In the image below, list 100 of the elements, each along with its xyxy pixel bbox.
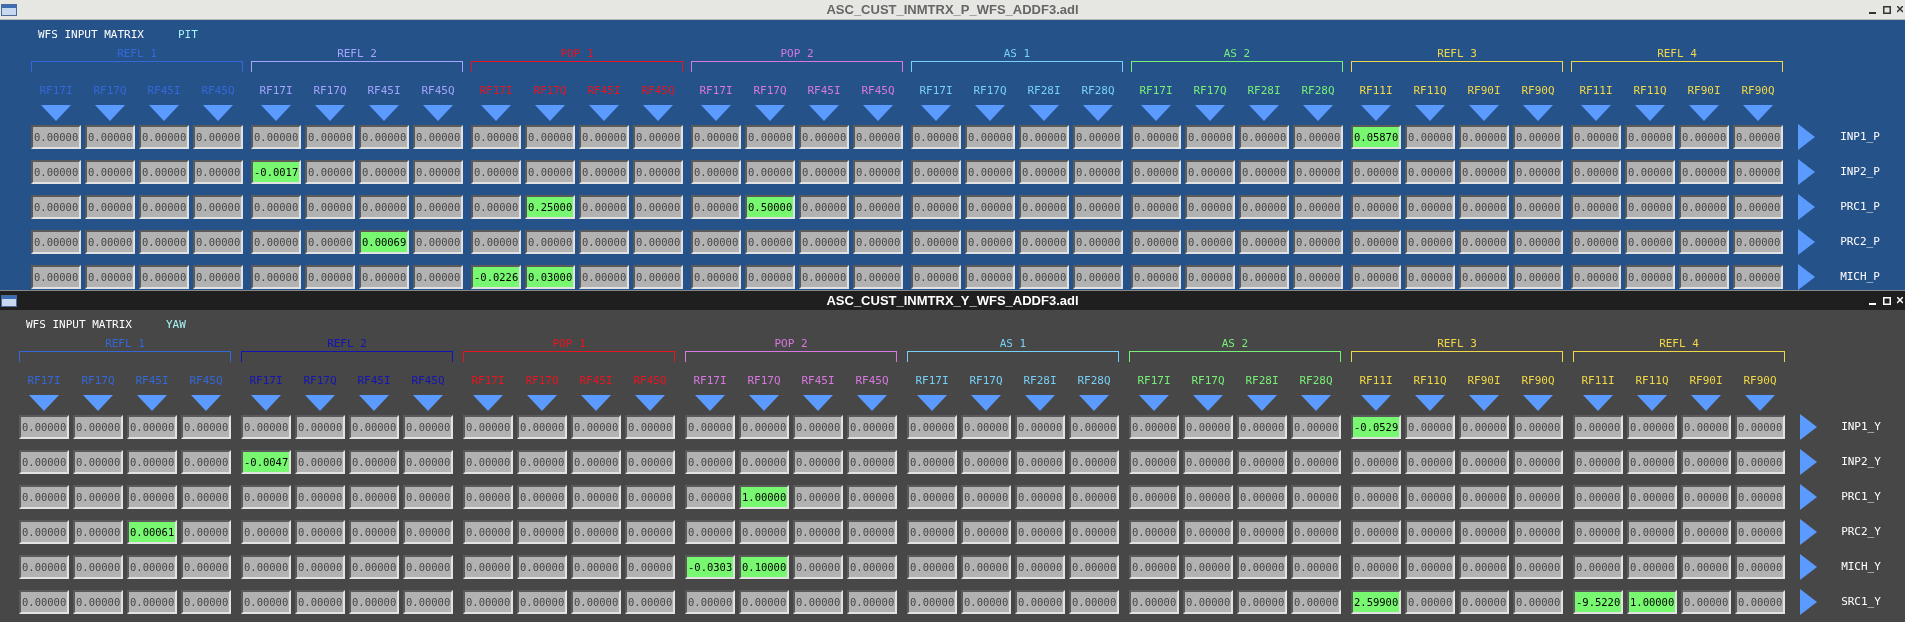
matrix-entry-field[interactable]: 0.00000 (579, 125, 629, 149)
matrix-entry-field[interactable]: 0.00000 (685, 520, 735, 544)
down-triangle-icon[interactable] (1079, 395, 1109, 411)
matrix-entry-field[interactable]: 0.00000 (1405, 450, 1455, 474)
matrix-entry-field[interactable]: 0.00000 (349, 555, 399, 579)
matrix-entry-field[interactable]: 0.00000 (685, 450, 735, 474)
matrix-entry-field[interactable]: 0.00000 (1459, 415, 1509, 439)
matrix-entry-field[interactable]: 0.00000 (1459, 160, 1509, 184)
down-triangle-icon[interactable] (413, 395, 443, 411)
matrix-entry-field[interactable]: 0.00000 (633, 125, 683, 149)
down-triangle-icon[interactable] (643, 105, 673, 121)
matrix-entry-field[interactable]: 0.00000 (1131, 195, 1181, 219)
matrix-entry-field[interactable]: 0.00000 (19, 520, 69, 544)
matrix-entry-field[interactable]: 0.00000 (793, 590, 843, 614)
down-triangle-icon[interactable] (137, 395, 167, 411)
matrix-entry-field[interactable]: 0.00000 (1015, 485, 1065, 509)
matrix-entry-field[interactable]: 0.00000 (471, 195, 521, 219)
matrix-entry-field[interactable]: 0.00000 (1069, 450, 1119, 474)
matrix-entry-field[interactable]: 0.00000 (1735, 590, 1785, 614)
down-triangle-icon[interactable] (1469, 105, 1499, 121)
matrix-entry-field[interactable]: 0.00000 (127, 485, 177, 509)
matrix-entry-field[interactable]: 0.00000 (463, 415, 513, 439)
matrix-entry-field[interactable]: 0.00000 (847, 485, 897, 509)
matrix-entry-field[interactable]: 0.00000 (295, 590, 345, 614)
down-triangle-icon[interactable] (315, 105, 345, 121)
matrix-entry-field[interactable]: 0.05870 (1351, 125, 1401, 149)
matrix-entry-field[interactable]: 0.00000 (1183, 520, 1233, 544)
matrix-entry-field[interactable]: 0.00000 (251, 125, 301, 149)
matrix-entry-field[interactable]: 0.00000 (1405, 160, 1455, 184)
matrix-entry-field[interactable]: 0.00000 (1513, 450, 1563, 474)
matrix-entry-field[interactable]: 0.00000 (1351, 160, 1401, 184)
matrix-entry-field[interactable]: 0.00000 (1237, 415, 1287, 439)
matrix-entry-field[interactable]: 0.00000 (1405, 555, 1455, 579)
down-triangle-icon[interactable] (1301, 395, 1331, 411)
matrix-entry-field[interactable]: 0.00000 (633, 230, 683, 254)
right-triangle-icon[interactable] (1798, 194, 1815, 220)
matrix-entry-field[interactable]: 0.00000 (471, 160, 521, 184)
down-triangle-icon[interactable] (527, 395, 557, 411)
matrix-entry-field[interactable]: 0.00000 (463, 450, 513, 474)
matrix-entry-field[interactable]: 0.00000 (295, 450, 345, 474)
right-triangle-icon[interactable] (1800, 519, 1817, 545)
matrix-entry-field[interactable]: 0.00000 (1459, 590, 1509, 614)
matrix-entry-field[interactable]: 0.00000 (961, 520, 1011, 544)
matrix-entry-field[interactable]: 0.00000 (1513, 485, 1563, 509)
matrix-entry-field[interactable]: 0.00000 (739, 590, 789, 614)
matrix-entry-field[interactable]: 0.00000 (181, 555, 231, 579)
matrix-entry-field[interactable]: 0.00000 (1015, 590, 1065, 614)
matrix-entry-field[interactable]: 0.00000 (1131, 160, 1181, 184)
matrix-entry-field[interactable]: 0.00000 (1405, 415, 1455, 439)
matrix-entry-field[interactable]: 0.00000 (799, 265, 849, 289)
matrix-entry-field[interactable]: 0.00000 (1131, 230, 1181, 254)
matrix-entry-field[interactable]: 0.00000 (847, 415, 897, 439)
matrix-entry-field[interactable]: 0.00000 (251, 265, 301, 289)
matrix-entry-field[interactable]: 0.00000 (961, 450, 1011, 474)
matrix-entry-field[interactable]: 0.00000 (1405, 195, 1455, 219)
matrix-entry-field[interactable]: 0.00000 (85, 125, 135, 149)
matrix-entry-field[interactable]: 0.00000 (1019, 195, 1069, 219)
down-triangle-icon[interactable] (1083, 105, 1113, 121)
down-triangle-icon[interactable] (251, 395, 281, 411)
matrix-entry-field[interactable]: 0.00000 (193, 265, 243, 289)
matrix-entry-field[interactable]: 1.00000 (1627, 590, 1677, 614)
matrix-entry-field[interactable]: 0.00000 (799, 160, 849, 184)
matrix-entry-field[interactable]: 0.00000 (1513, 230, 1563, 254)
matrix-entry-field[interactable]: -9.5220 (1573, 590, 1623, 614)
matrix-entry-field[interactable]: 0.00000 (1293, 265, 1343, 289)
matrix-entry-field[interactable]: 0.00000 (911, 125, 961, 149)
right-triangle-icon[interactable] (1798, 264, 1815, 290)
matrix-entry-field[interactable]: 0.00000 (1459, 230, 1509, 254)
matrix-entry-field[interactable]: 0.00000 (1351, 195, 1401, 219)
matrix-entry-field[interactable]: 0.00000 (85, 195, 135, 219)
down-triangle-icon[interactable] (1247, 395, 1277, 411)
matrix-entry-field[interactable]: 0.00000 (1625, 160, 1675, 184)
matrix-entry-field[interactable]: 0.00000 (965, 160, 1015, 184)
matrix-entry-field[interactable]: 0.00000 (1073, 265, 1123, 289)
matrix-entry-field[interactable]: 0.00000 (349, 415, 399, 439)
matrix-entry-field[interactable]: 0.00000 (853, 230, 903, 254)
matrix-entry-field[interactable]: 0.00000 (31, 265, 81, 289)
matrix-entry-field[interactable]: 0.00000 (1405, 590, 1455, 614)
matrix-entry-field[interactable]: 0.00000 (793, 485, 843, 509)
down-triangle-icon[interactable] (1141, 105, 1171, 121)
matrix-entry-field[interactable]: 0.00000 (517, 415, 567, 439)
matrix-entry-field[interactable]: 0.00000 (349, 450, 399, 474)
matrix-entry-field[interactable]: 0.00000 (1681, 485, 1731, 509)
matrix-entry-field[interactable]: 0.00000 (571, 555, 621, 579)
matrix-entry-field[interactable]: 0.00000 (349, 590, 399, 614)
matrix-entry-field[interactable]: 0.00000 (847, 520, 897, 544)
down-triangle-icon[interactable] (305, 395, 335, 411)
matrix-entry-field[interactable]: 0.00000 (1015, 415, 1065, 439)
matrix-entry-field[interactable]: 0.00000 (1679, 125, 1729, 149)
matrix-entry-field[interactable]: 0.00000 (907, 590, 957, 614)
matrix-entry-field[interactable]: 0.00000 (85, 160, 135, 184)
matrix-entry-field[interactable]: 0.00000 (1073, 125, 1123, 149)
matrix-entry-field[interactable]: 0.00000 (181, 485, 231, 509)
matrix-entry-field[interactable]: -0.0303 (685, 555, 735, 579)
matrix-entry-field[interactable]: 0.00000 (31, 195, 81, 219)
matrix-entry-field[interactable]: 0.00000 (685, 590, 735, 614)
matrix-entry-field[interactable]: 0.00000 (1291, 485, 1341, 509)
right-triangle-icon[interactable] (1800, 484, 1817, 510)
matrix-entry-field[interactable]: 0.00000 (793, 555, 843, 579)
matrix-entry-field[interactable]: 0.00000 (295, 415, 345, 439)
